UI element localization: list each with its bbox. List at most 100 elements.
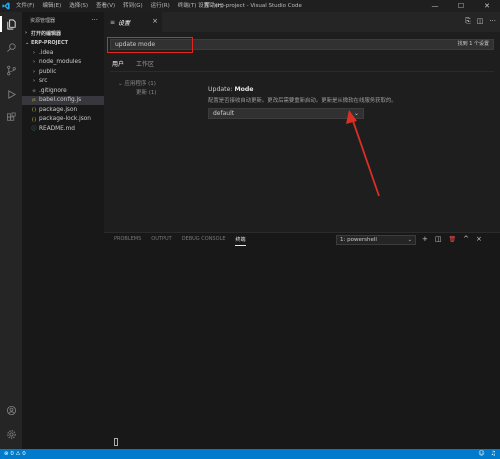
menu-terminal[interactable]: 终端(T) xyxy=(174,0,201,12)
project-label: ERP-PROJECT xyxy=(31,40,69,46)
settings-file-icon: ≡ xyxy=(110,18,116,26)
tree-file-gitignore[interactable]: ◆ .gitignore xyxy=(22,86,104,96)
extensions-icon[interactable] xyxy=(3,109,19,125)
terminal-cursor xyxy=(114,438,118,446)
folder-chevron-icon: › xyxy=(33,49,35,56)
tab-workspace[interactable]: 工作区 xyxy=(134,58,156,72)
terminal-select-value: 1: powershell xyxy=(340,237,377,243)
menu-selection[interactable]: 选择(S) xyxy=(65,0,92,12)
more-actions-icon[interactable]: ··· xyxy=(91,16,98,24)
setting-title: Update: Mode xyxy=(208,86,488,93)
title-bar: 文件(F) 编辑(E) 选择(S) 查看(V) 转到(G) 运行(R) 终端(T… xyxy=(0,0,500,12)
notifications-bell-icon[interactable]: ♫ xyxy=(491,450,496,457)
tree-file-package-json[interactable]: {} package.json xyxy=(22,105,104,115)
setting-name: Mode xyxy=(234,86,254,93)
git-file-icon: ◆ xyxy=(32,87,36,94)
settings-editor: 找到 1 个设置 用户 工作区 ⌄ 应用程序 (1) 更新 (1) Update… xyxy=(104,32,500,232)
tab-close-icon[interactable]: × xyxy=(152,18,158,25)
vscode-logo-icon xyxy=(0,0,12,12)
close-panel-icon[interactable]: × xyxy=(476,235,482,244)
more-actions-icon[interactable]: ··· xyxy=(489,17,496,26)
dropdown-value: default xyxy=(213,110,235,117)
maximize-panel-icon[interactable]: ^ xyxy=(463,235,469,244)
menu-file[interactable]: 文件(F) xyxy=(12,0,38,12)
json-file-icon: {} xyxy=(31,107,37,113)
split-terminal-icon[interactable]: ◫ xyxy=(435,235,442,244)
scope-tabs: 用户 工作区 xyxy=(110,58,156,72)
tab-user[interactable]: 用户 xyxy=(110,58,127,72)
run-debug-icon[interactable] xyxy=(3,86,19,102)
tree-item-label: README.md xyxy=(39,125,75,132)
tab-label: 设置 xyxy=(118,19,131,27)
explorer-icon[interactable] xyxy=(0,16,19,32)
folder-chevron-icon: › xyxy=(33,68,35,75)
tree-item-label: babel.config.js xyxy=(39,97,82,104)
terminal-select[interactable]: 1: powershell ⌄ xyxy=(336,235,416,245)
tree-folder-public[interactable]: › public xyxy=(22,67,104,77)
close-window-button[interactable]: ✕ xyxy=(474,0,500,12)
tab-settings[interactable]: ≡ 设置 × xyxy=(104,12,162,32)
tree-folder-node-modules[interactable]: › node_modules xyxy=(22,58,104,68)
tree-item-label: src xyxy=(39,78,48,85)
problems-status[interactable]: ⊗ 0 ⚠ 0 xyxy=(4,451,26,457)
open-editors-section[interactable]: › 打开的编辑器 xyxy=(22,28,104,38)
menu-go[interactable]: 转到(G) xyxy=(119,0,147,12)
search-icon[interactable] xyxy=(3,39,19,55)
search-highlight-box xyxy=(107,37,193,53)
maximize-button[interactable]: ☐ xyxy=(448,0,474,12)
status-bar: ⊗ 0 ⚠ 0 ☺ ♫ xyxy=(0,449,500,459)
tree-file-readme[interactable]: ⓘ README.md xyxy=(22,124,104,134)
tree-item-label: .gitignore xyxy=(39,87,67,94)
tree-file-babel-config[interactable]: JS babel.config.js xyxy=(22,95,104,105)
feedback-icon[interactable]: ☺ xyxy=(478,450,484,457)
toc-item-label: 更新 (1) xyxy=(136,90,157,96)
new-terminal-icon[interactable]: + xyxy=(422,235,428,244)
toc-item-label: 应用程序 (1) xyxy=(124,81,156,87)
bottom-panel: PROBLEMS OUTPUT DEBUG CONSOLE 终端 1: powe… xyxy=(104,232,500,449)
minimize-button[interactable]: — xyxy=(422,0,448,12)
folder-chevron-icon: › xyxy=(33,59,35,66)
setting-update-mode: Update: Mode 配置是否接收自动更新。更改后需要重新启动。更新是从微软… xyxy=(208,86,488,119)
json-file-icon: {} xyxy=(31,116,37,122)
settings-toc: ⌄ 应用程序 (1) 更新 (1) xyxy=(118,80,157,98)
source-control-icon[interactable] xyxy=(3,62,19,78)
search-result-count: 找到 1 个设置 xyxy=(457,41,489,47)
open-editors-label: 打开的编辑器 xyxy=(31,30,62,37)
tab-problems[interactable]: PROBLEMS xyxy=(114,235,141,246)
panel-tabs: PROBLEMS OUTPUT DEBUG CONSOLE 终端 xyxy=(114,235,246,246)
tree-folder-src[interactable]: › src xyxy=(22,77,104,87)
tab-output[interactable]: OUTPUT xyxy=(151,235,171,246)
setting-category: Update: xyxy=(208,86,235,93)
explorer-sidebar: 资源管理器 ··· › 打开的编辑器 ⌄ ERP-PROJECT › .idea… xyxy=(22,12,104,449)
account-icon[interactable] xyxy=(3,402,19,418)
tree-item-label: public xyxy=(39,68,57,75)
menu-help[interactable]: 帮助(H) xyxy=(200,0,227,12)
menu-view[interactable]: 查看(V) xyxy=(92,0,119,12)
manage-gear-icon[interactable] xyxy=(3,426,19,442)
status-right: ☺ ♫ xyxy=(478,450,496,457)
trash-icon[interactable]: 🗑 xyxy=(449,235,457,244)
tab-debug-console[interactable]: DEBUG CONSOLE xyxy=(182,235,226,246)
open-settings-json-icon[interactable]: ⎘ xyxy=(465,17,471,26)
chevron-down-icon: ⌄ xyxy=(353,110,359,117)
tree-item-label: package-lock.json xyxy=(39,116,91,123)
editor-tab-bar: ≡ 设置 × ⎘ ◫ ··· xyxy=(104,12,500,32)
tree-item-label: .idea xyxy=(39,49,54,56)
tab-terminal[interactable]: 终端 xyxy=(235,235,246,246)
js-file-icon: JS xyxy=(32,98,36,103)
divider xyxy=(110,71,494,72)
tree-item-label: package.json xyxy=(39,106,78,113)
update-mode-dropdown[interactable]: default ⌄ xyxy=(208,108,364,119)
toc-item-update[interactable]: 更新 (1) xyxy=(118,89,157,98)
toc-item-application[interactable]: ⌄ 应用程序 (1) xyxy=(118,80,157,89)
split-editor-icon[interactable]: ◫ xyxy=(477,17,484,26)
tree-folder-idea[interactable]: › .idea xyxy=(22,48,104,58)
chevron-down-icon: ⌄ xyxy=(407,237,412,243)
menu-bar: 文件(F) 编辑(E) 选择(S) 查看(V) 转到(G) 运行(R) 终端(T… xyxy=(12,0,228,12)
project-section[interactable]: ⌄ ERP-PROJECT xyxy=(22,38,104,48)
setting-description: 配置是否接收自动更新。更改后需要重新启动。更新是从微软在线服务获取的。 xyxy=(208,98,397,104)
menu-run[interactable]: 运行(R) xyxy=(147,0,174,12)
tree-file-package-lock-json[interactable]: {} package-lock.json xyxy=(22,115,104,125)
window-controls: — ☐ ✕ xyxy=(422,0,500,12)
menu-edit[interactable]: 编辑(E) xyxy=(38,0,65,12)
